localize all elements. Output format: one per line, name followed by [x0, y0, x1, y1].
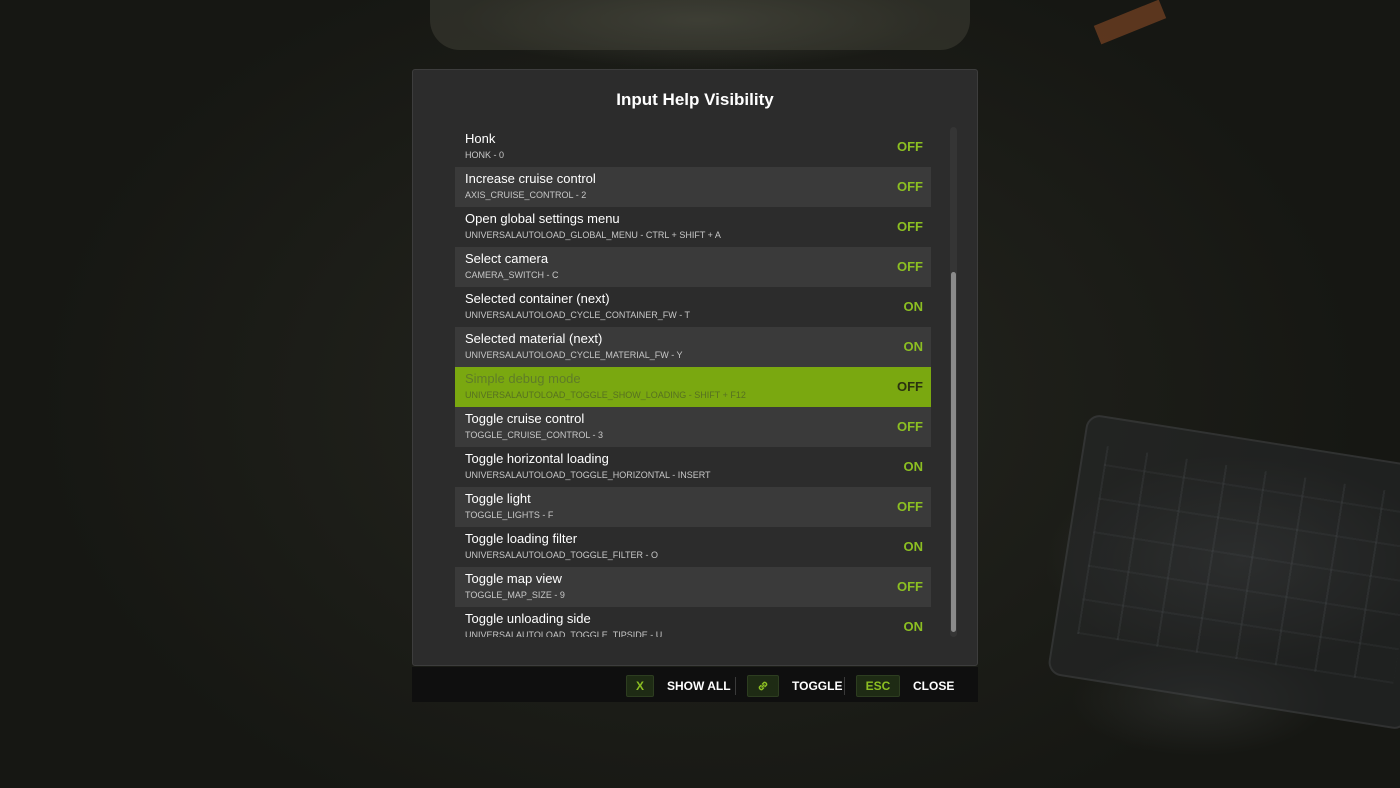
item-label: Honk: [465, 131, 496, 146]
esc-key-icon: ESC: [856, 675, 900, 697]
item-binding: UNIVERSALAUTOLOAD_TOGGLE_FILTER - O: [465, 550, 659, 560]
list-item[interactable]: Open global settings menu UNIVERSALAUTOLO…: [455, 207, 931, 247]
item-state-toggle[interactable]: ON: [904, 299, 924, 314]
item-label: Increase cruise control: [465, 171, 596, 186]
list-item[interactable]: Select camera CAMERA_SWITCH - C OFF: [455, 247, 931, 287]
close-button[interactable]: ESC CLOSE: [856, 675, 954, 697]
item-binding: TOGGLE_CRUISE_CONTROL - 3: [465, 430, 604, 440]
item-label: Toggle loading filter: [465, 531, 578, 546]
item-label: Select camera: [465, 251, 549, 266]
item-state-toggle[interactable]: OFF: [897, 219, 923, 234]
item-label: Simple debug mode: [465, 371, 581, 386]
item-label: Open global settings menu: [465, 211, 620, 226]
close-label: CLOSE: [913, 679, 955, 693]
item-binding: UNIVERSALAUTOLOAD_TOGGLE_SHOW_LOADING - …: [465, 390, 746, 400]
item-state-toggle[interactable]: OFF: [897, 419, 923, 434]
item-binding: UNIVERSALAUTOLOAD_CYCLE_MATERIAL_FW - Y: [465, 350, 683, 360]
item-label: Selected container (next): [465, 291, 610, 306]
toggle-button[interactable]: TOGGLE: [747, 675, 842, 697]
input-list[interactable]: Honk HONK - 0 OFF Increase cruise control AX…: [455, 127, 931, 637]
item-label: Toggle cruise control: [465, 411, 585, 426]
link-icon: [747, 675, 779, 697]
item-state-toggle[interactable]: ON: [904, 339, 924, 354]
item-state-toggle[interactable]: ON: [904, 619, 924, 634]
item-binding: UNIVERSALAUTOLOAD_TOGGLE_TIPSIDE - U: [465, 630, 663, 637]
background-vehicle-roof: [430, 0, 970, 50]
list-item[interactable]: Toggle light TOGGLE_LIGHTS - F OFF: [455, 487, 931, 527]
item-binding: UNIVERSALAUTOLOAD_TOGGLE_HORIZONTAL - In…: [465, 470, 711, 480]
show-all-button[interactable]: X SHOW ALL: [626, 675, 731, 697]
dialog-title: Input Help Visibility: [616, 90, 774, 109]
list-item[interactable]: Simple debug mode UNIVERSALAUTOLOAD_TOGGL…: [455, 367, 931, 407]
item-binding: UNIVERSALAUTOLOAD_CYCLE_CONTAINER_FW - T: [465, 310, 691, 320]
item-label: Toggle light: [465, 491, 531, 506]
item-binding: HONK - 0: [465, 150, 505, 160]
list-item[interactable]: Toggle loading filter UNIVERSALAUTOLOAD_T…: [455, 527, 931, 567]
list-item[interactable]: Toggle horizontal loading UNIVERSALAUTOLO…: [455, 447, 931, 487]
show-all-label: SHOW ALL: [667, 679, 731, 693]
item-state-toggle[interactable]: OFF: [897, 179, 923, 194]
item-state-toggle[interactable]: OFF: [897, 579, 923, 594]
x-key-icon: X: [626, 675, 654, 697]
item-binding: UNIVERSALAUTOLOAD_GLOBAL_MENU - Ctrl + S…: [465, 230, 721, 240]
toggle-label: TOGGLE: [792, 679, 843, 693]
item-binding: CAMERA_SWITCH - C: [465, 270, 559, 280]
list-item[interactable]: Toggle unloading side UNIVERSALAUTOLOAD_T…: [455, 607, 931, 637]
item-state-toggle[interactable]: ON: [904, 459, 924, 474]
scrollbar[interactable]: [950, 127, 957, 637]
item-state-toggle[interactable]: OFF: [897, 259, 923, 274]
item-label: Toggle map view: [465, 571, 562, 586]
list-item[interactable]: Increase cruise control AXIS_CRUISE_CONTR…: [455, 167, 931, 207]
item-label: Toggle unloading side: [465, 611, 591, 626]
divider: [844, 677, 845, 695]
scrollbar-thumb[interactable]: [951, 272, 956, 632]
item-binding: AXIS_CRUISE_CONTROL - 2: [465, 190, 587, 200]
list-item[interactable]: Toggle cruise control TOGGLE_CRUISE_CONTR…: [455, 407, 931, 447]
item-state-toggle[interactable]: ON: [904, 539, 924, 554]
input-help-dialog: Input Help Visibility Honk HONK - 0 OFF Inc…: [412, 69, 978, 666]
item-state-toggle[interactable]: OFF: [897, 139, 923, 154]
list-item[interactable]: Toggle map view TOGGLE_MAP_SIZE - 9 OFF: [455, 567, 931, 607]
item-label: Selected material (next): [465, 331, 603, 346]
item-state-toggle[interactable]: OFF: [897, 379, 923, 394]
divider: [735, 677, 736, 695]
list-item[interactable]: Selected container (next) UNIVERSALAUTOLO…: [455, 287, 931, 327]
item-binding: TOGGLE_LIGHTS - F: [465, 510, 554, 520]
button-bar: X SHOW ALL TOGGLE ESC CLOSE: [412, 667, 978, 702]
item-label: Toggle horizontal loading: [465, 451, 609, 466]
item-state-toggle[interactable]: OFF: [897, 499, 923, 514]
item-binding: TOGGLE_MAP_SIZE - 9: [465, 590, 565, 600]
list-item[interactable]: Honk HONK - 0 OFF: [455, 127, 931, 167]
list-item[interactable]: Selected material (next) UNIVERSALAUTOLOA…: [455, 327, 931, 367]
